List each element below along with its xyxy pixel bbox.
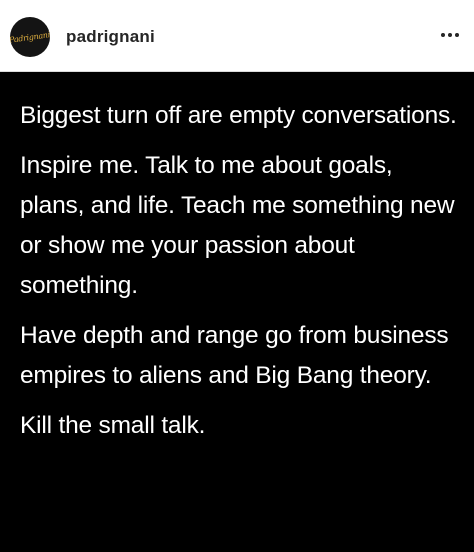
- post-text: Biggest turn off are empty conversations…: [20, 96, 460, 446]
- avatar-logo: Padrignani: [10, 29, 50, 45]
- paragraph: Kill the small talk.: [20, 412, 206, 439]
- paragraph: Inspire me. Talk to me about goals, plan…: [20, 152, 455, 299]
- paragraph: Have depth and range go from business em…: [20, 322, 449, 389]
- more-horizontal-icon: [441, 33, 459, 37]
- post: Padrignani padrignani Biggest turn off a…: [0, 0, 474, 552]
- username[interactable]: padrignani: [66, 27, 155, 47]
- post-header: Padrignani padrignani: [0, 0, 474, 72]
- avatar[interactable]: Padrignani: [10, 17, 50, 57]
- paragraph: Biggest turn off are empty conversations…: [20, 102, 457, 129]
- more-options-button[interactable]: [434, 22, 466, 48]
